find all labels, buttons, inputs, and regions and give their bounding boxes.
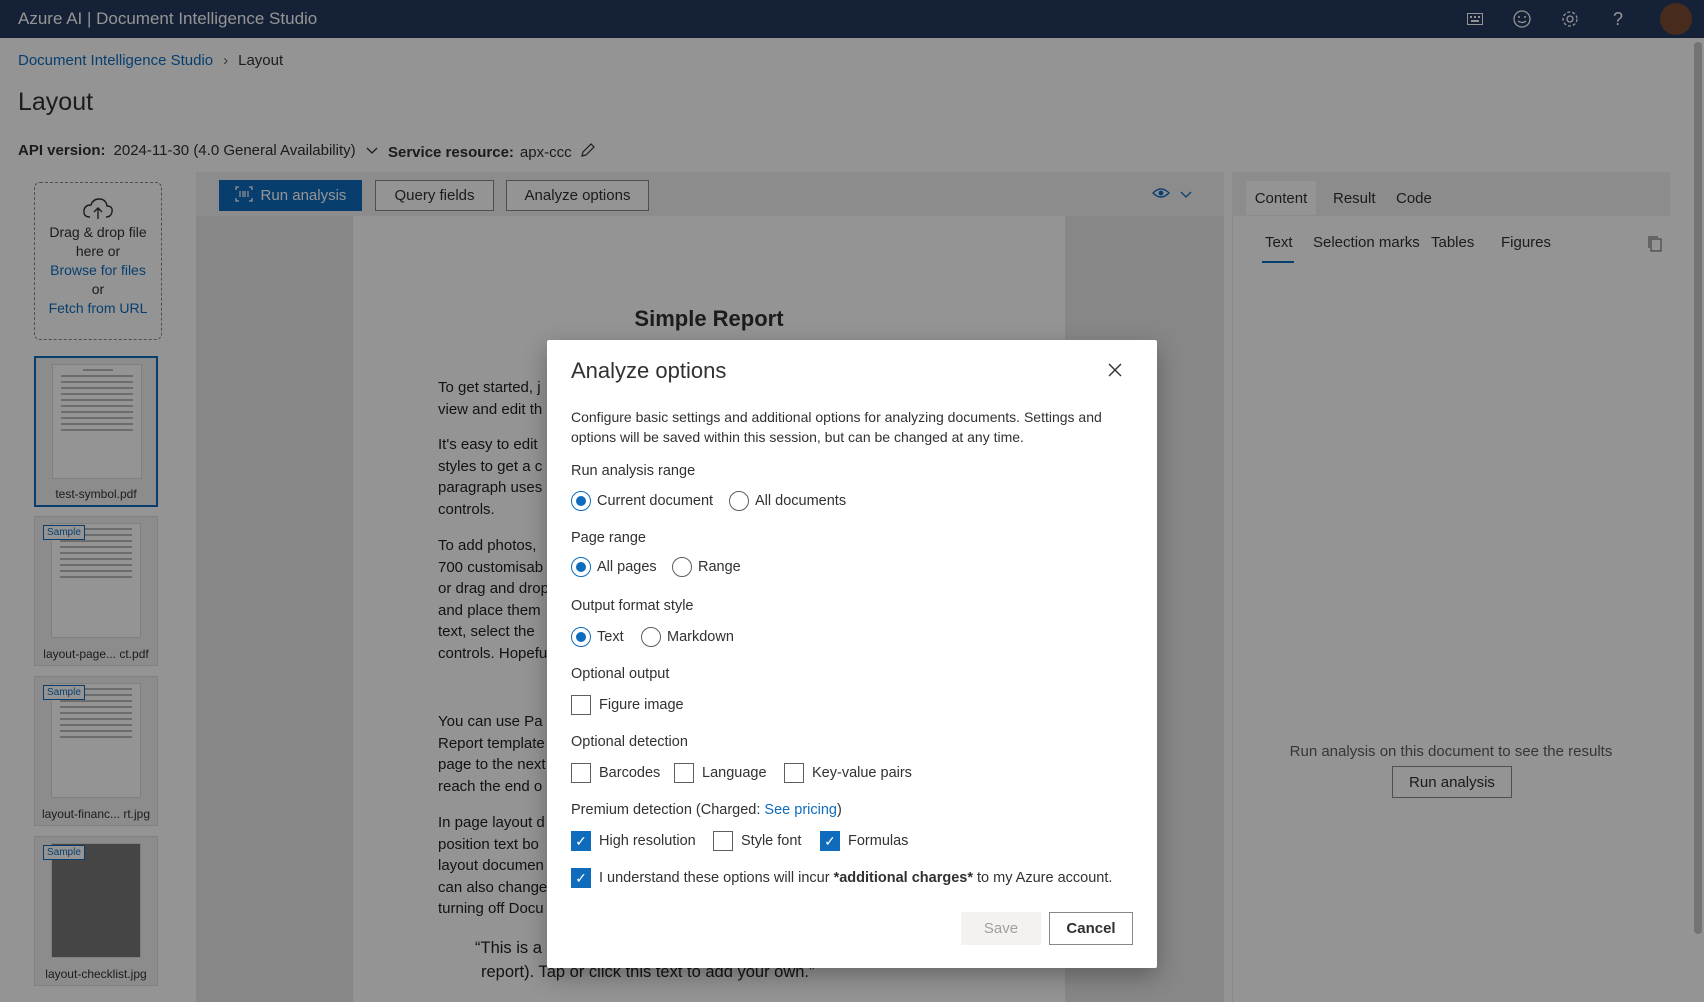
checkbox-label: Barcodes [599,765,661,781]
radio-selected[interactable] [571,491,591,511]
optional-detection-label: Optional detection [571,734,688,750]
analyze-options-dialog: Analyze options Configure basic settings… [547,340,1157,968]
radio-selected[interactable] [571,627,591,647]
radio-label: All documents [755,493,847,509]
formulas-checkbox[interactable]: ✓ Formulas [820,831,908,851]
premium-detection-label: Premium detection (Charged: See pricing) [571,802,842,818]
checkbox-label: Style font [741,833,802,849]
radio-label: All pages [597,559,657,575]
checkmark-icon[interactable]: ✓ [571,868,591,888]
style-font-checkbox[interactable]: Style font [713,831,801,851]
run-range-all-radio[interactable]: All documents [729,491,846,511]
see-pricing-link[interactable]: See pricing [764,802,837,818]
radio-unselected[interactable] [729,491,749,511]
checkbox-label: High resolution [599,833,696,849]
language-checkbox[interactable]: Language [674,763,767,783]
output-text-radio[interactable]: Text [571,627,624,647]
page-range-all-radio[interactable]: All pages [571,557,657,577]
close-icon[interactable] [1105,360,1125,380]
run-range-current-radio[interactable]: Current document [571,491,713,511]
optional-output-label: Optional output [571,666,670,682]
checkbox-unchecked[interactable] [571,695,591,715]
radio-label: Markdown [667,629,734,645]
high-resolution-checkbox[interactable]: ✓ High resolution [571,831,696,851]
page-range-range-radio[interactable]: Range [672,557,741,577]
cancel-button[interactable]: Cancel [1049,912,1133,945]
barcodes-checkbox[interactable]: Barcodes [571,763,660,783]
checkbox-unchecked[interactable] [784,763,804,783]
output-markdown-radio[interactable]: Markdown [641,627,734,647]
output-format-label: Output format style [571,598,694,614]
radio-unselected[interactable] [641,627,661,647]
consent-label: I understand these options will incur *a… [599,870,1113,886]
key-value-pairs-checkbox[interactable]: Key-value pairs [784,763,912,783]
checkbox-unchecked[interactable] [571,763,591,783]
radio-label: Text [597,629,624,645]
checkbox-unchecked[interactable] [713,831,733,851]
page-range-label: Page range [571,530,646,546]
radio-label: Current document [597,493,714,509]
radio-unselected[interactable] [672,557,692,577]
radio-label: Range [698,559,741,575]
charges-consent-checkbox[interactable]: ✓ I understand these options will incur … [571,868,1112,888]
figure-image-checkbox[interactable]: Figure image [571,695,684,715]
checkbox-label: Key-value pairs [812,765,912,781]
checkmark-icon[interactable]: ✓ [571,831,591,851]
checkbox-label: Language [702,765,767,781]
save-button[interactable]: Save [961,912,1041,945]
checkbox-label: Figure image [599,697,684,713]
run-range-label: Run analysis range [571,463,696,479]
checkmark-icon[interactable]: ✓ [820,831,840,851]
dialog-title: Analyze options [571,358,727,383]
dialog-description: Configure basic settings and additional … [571,409,1102,445]
checkbox-unchecked[interactable] [674,763,694,783]
checkbox-label: Formulas [848,833,909,849]
radio-selected[interactable] [571,557,591,577]
